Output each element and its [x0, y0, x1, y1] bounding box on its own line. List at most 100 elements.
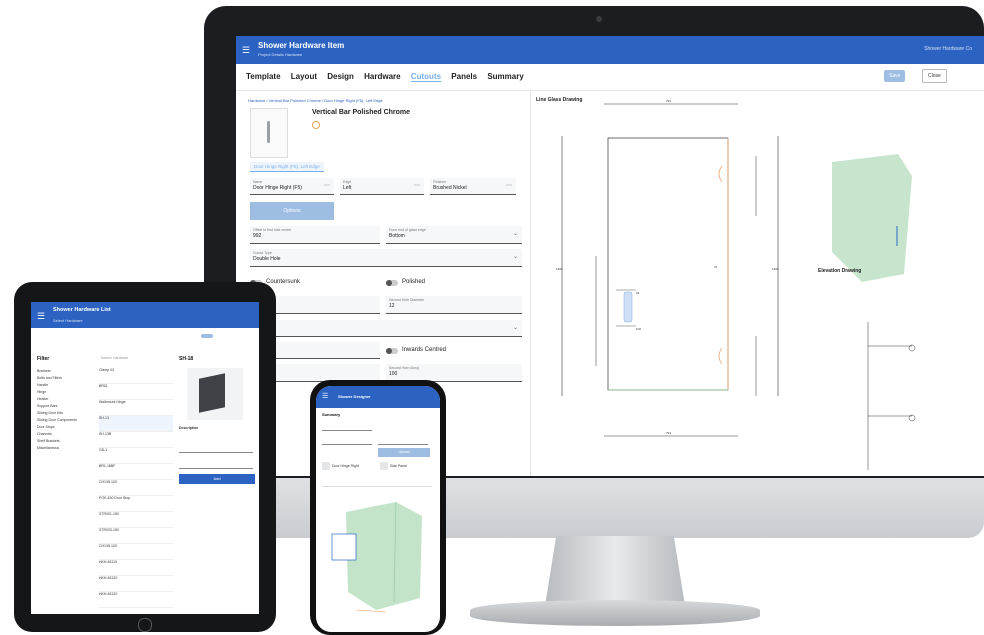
- tab-design[interactable]: Design: [327, 72, 354, 81]
- detail-field[interactable]: [179, 468, 253, 469]
- polished-toggle[interactable]: [386, 280, 398, 286]
- svg-text:1900: 1900: [556, 267, 563, 271]
- list-item[interactable]: Clamp 03: [99, 368, 173, 384]
- camera-icon: [596, 16, 602, 22]
- list-item[interactable]: POK-450 Door Stop: [99, 496, 173, 512]
- divider: [236, 90, 984, 91]
- inwards-label: Inwards Centred: [402, 347, 447, 353]
- chevron-down-icon: ⌄: [512, 231, 518, 237]
- add-top-button[interactable]: [201, 334, 213, 338]
- list-item[interactable]: SH-13: [99, 416, 173, 432]
- more-icon: ⋯: [506, 183, 512, 189]
- finishes-select[interactable]: Finishes Brushed Nickel ⋯: [430, 178, 516, 195]
- phone-field[interactable]: [322, 430, 372, 431]
- filter-item[interactable]: Bolts and Fillers: [37, 376, 91, 380]
- edge-select[interactable]: Edge Left ⋯: [340, 178, 424, 195]
- inwards-toggle[interactable]: [386, 348, 398, 354]
- tab-template[interactable]: Template: [246, 72, 281, 81]
- list-item[interactable]: GS-1: [99, 448, 173, 464]
- list-item[interactable]: SH-13B: [99, 432, 173, 448]
- list-item[interactable]: STR003-180: [99, 528, 173, 544]
- second-hole-input[interactable]: Second Hole Diameter 12: [386, 296, 522, 314]
- app-title: Shower Hardware Item: [258, 41, 345, 50]
- list-item[interactable]: CH135-100: [99, 544, 173, 560]
- list-item[interactable]: BR1-18BF: [99, 464, 173, 480]
- filter-item[interactable]: Shelf Brackets: [37, 439, 91, 443]
- filter-title: Filter: [37, 356, 50, 362]
- upload-button[interactable]: Upload: [378, 448, 430, 457]
- tab-panels[interactable]: Panels: [451, 72, 477, 81]
- summary-item[interactable]: Door Hinge Right: [332, 464, 359, 468]
- filter-item[interactable]: Miscellaneous: [37, 446, 91, 450]
- list-item[interactable]: Wallmount Hinge: [99, 400, 173, 416]
- breadcrumb[interactable]: Hardware / Vertical Bar Polished Chrome …: [248, 98, 383, 103]
- hole-type-select[interactable]: ⌄: [250, 320, 522, 337]
- filter-item[interactable]: Support Bars: [37, 404, 91, 408]
- filter-item[interactable]: Channels: [37, 432, 91, 436]
- filter-item[interactable]: Handle: [37, 383, 91, 387]
- close-button[interactable]: Close: [922, 69, 947, 83]
- offset-input[interactable]: Offset to first hole centre 992: [250, 226, 380, 244]
- save-button[interactable]: Save: [884, 70, 906, 82]
- tab-bar: Template Layout Design Hardware Cutouts …: [246, 72, 532, 82]
- user-label[interactable]: Shower Hardware Co: [924, 46, 972, 52]
- more-icon: ⋯: [414, 183, 420, 189]
- add-button[interactable]: Add: [179, 474, 255, 484]
- info-icon[interactable]: [312, 121, 320, 129]
- cutout-chip[interactable]: Door Hinge Right (F5), Left Edge: [250, 162, 324, 172]
- item-title: Vertical Bar Polished Chrome: [312, 109, 411, 116]
- tab-layout[interactable]: Layout: [291, 72, 317, 81]
- filter-item[interactable]: Sliding Door Components: [37, 418, 91, 422]
- tab-summary[interactable]: Summary: [487, 72, 523, 81]
- polished-label: Polished: [402, 279, 426, 285]
- phone-field[interactable]: [378, 444, 428, 445]
- glass-drawing: 794 794 1900 1900 37 24 100: [556, 99, 916, 470]
- svg-text:794: 794: [666, 431, 671, 435]
- options-button[interactable]: Options: [250, 202, 334, 220]
- filter-item[interactable]: Door Stops: [37, 425, 91, 429]
- app-subtitle: Project Details Hardware: [258, 52, 303, 57]
- countersunk-label: Countersunk: [266, 279, 301, 285]
- elevation-title: Elevation Drawing: [818, 268, 862, 274]
- item-thumbnail: [322, 462, 330, 470]
- more-icon: ⋯: [324, 183, 330, 189]
- list-item[interactable]: STR001-180: [99, 512, 173, 528]
- search-input[interactable]: Search Hardware: [101, 356, 128, 360]
- menu-icon[interactable]: ☰: [322, 392, 328, 400]
- phone-3d-preview: [331, 501, 422, 613]
- summary-item[interactable]: Side Panel: [390, 464, 407, 468]
- phone-header: ☰ Shower Designer: [316, 386, 440, 408]
- detail-field[interactable]: [179, 452, 253, 453]
- imac-foot: [470, 600, 760, 626]
- filter-list: Brackets Bolts and Fillers Handle Hinge …: [37, 366, 91, 453]
- list-item[interactable]: HKH-45110: [99, 560, 173, 576]
- item-thumbnail: [250, 108, 288, 158]
- list-item[interactable]: HKH-45120: [99, 576, 173, 592]
- svg-text:24: 24: [636, 291, 640, 295]
- tab-hardware[interactable]: Hardware: [364, 72, 400, 81]
- menu-icon[interactable]: ☰: [37, 311, 45, 322]
- tablet-header: ☰ Shower Hardware List Select Hardware: [31, 302, 259, 328]
- tab-cutouts[interactable]: Cutouts: [410, 72, 442, 82]
- phone-field[interactable]: [322, 444, 372, 445]
- detail-title: SH-18: [179, 356, 194, 362]
- filter-item[interactable]: Sliding Door Kits: [37, 411, 91, 415]
- filter-item[interactable]: Header: [37, 397, 91, 401]
- tablet-title: Shower Hardware List: [53, 307, 111, 313]
- from-edge-select[interactable]: From end of glass edge Bottom ⌄: [386, 226, 522, 244]
- list-item[interactable]: BR01: [99, 384, 173, 400]
- name-select[interactable]: Name Door Hinge Right (F5) ⋯: [250, 178, 334, 195]
- filter-item[interactable]: Brackets: [37, 369, 91, 373]
- chevron-down-icon: ⌄: [512, 325, 518, 331]
- home-button[interactable]: [138, 618, 152, 632]
- cutout-type-select[interactable]: Cutout Type Double Hole ⌄: [250, 249, 522, 267]
- divider: [322, 486, 432, 487]
- list-item[interactable]: HKH-45120: [99, 592, 173, 608]
- hinge-image: [187, 368, 243, 420]
- menu-icon[interactable]: ☰: [242, 45, 250, 56]
- filter-item[interactable]: Hinge: [37, 390, 91, 394]
- chevron-down-icon: ⌄: [512, 254, 518, 260]
- svg-text:100: 100: [636, 327, 641, 331]
- hardware-list: Clamp 03 BR01 Wallmount Hinge SH-13 SH-1…: [99, 368, 173, 608]
- list-item[interactable]: CH135-100: [99, 480, 173, 496]
